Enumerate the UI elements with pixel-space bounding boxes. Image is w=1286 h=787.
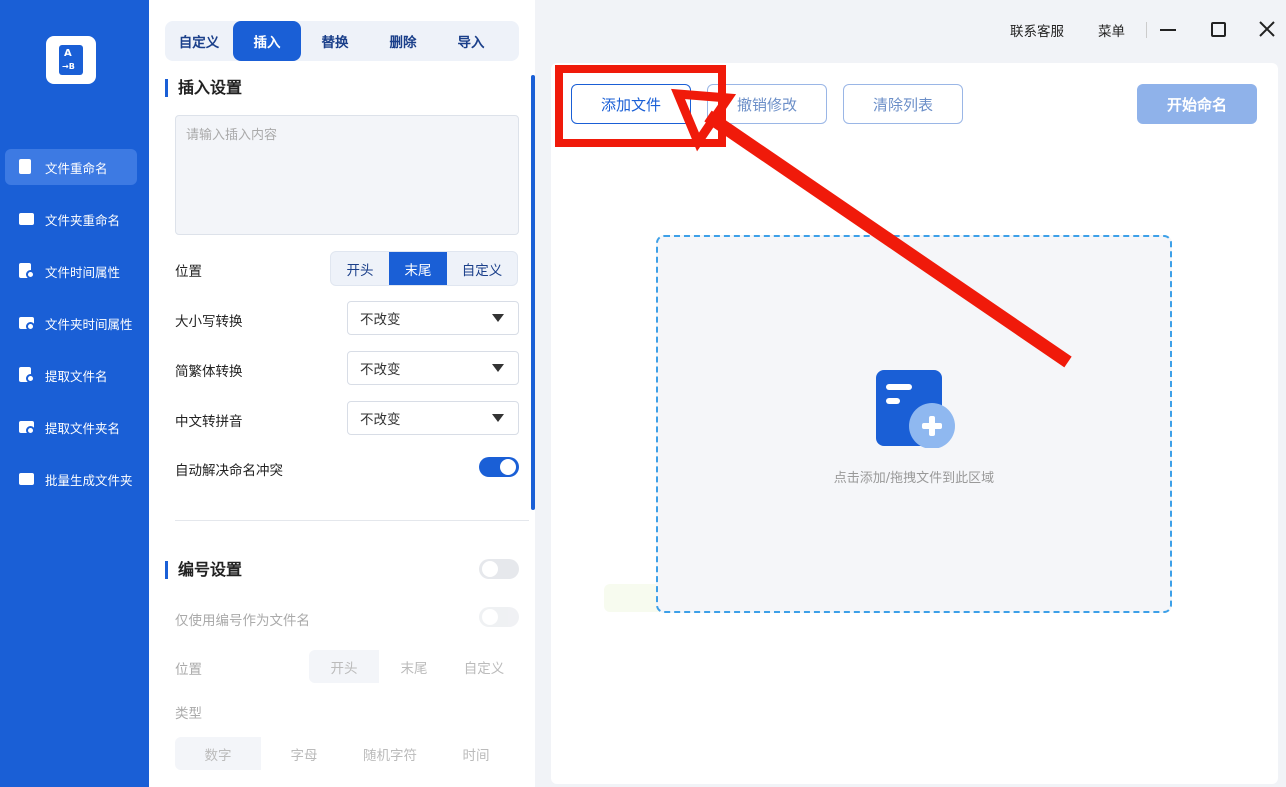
position-option-end[interactable]: 末尾 (389, 252, 447, 285)
type-option-time[interactable]: 时间 (433, 737, 519, 770)
close-icon[interactable] (1256, 18, 1278, 40)
number-position-start[interactable]: 开头 (309, 650, 379, 683)
dropdown-arrow-icon (492, 364, 504, 372)
dropzone-hint: 点击添加/拖拽文件到此区域 (833, 471, 995, 486)
conflict-label: 自动解决命名冲突 (175, 463, 283, 479)
trad-select-value: 不改变 (360, 362, 401, 378)
annotation-arrow-icon (671, 88, 1072, 368)
sidebar-item-folder-time[interactable]: 文件夹时间属性 (5, 305, 137, 341)
maximize-icon[interactable] (1208, 18, 1230, 40)
trad-select[interactable]: 不改变 (347, 351, 519, 385)
file-extract-icon (17, 366, 37, 384)
type-segmented: 数字 字母 随机字符 时间 (175, 737, 519, 770)
number-toggle[interactable] (479, 559, 519, 579)
position-option-custom[interactable]: 自定义 (447, 252, 517, 285)
sidebar-item-file-rename[interactable]: 文件重命名 (5, 149, 137, 185)
sidebar-item-folder-rename[interactable]: 文件夹重命名 (5, 201, 137, 237)
type-option-letter[interactable]: 字母 (261, 737, 347, 770)
app-logo-icon: A →B (46, 36, 96, 84)
number-position-label: 位置 (175, 662, 202, 678)
minimize-icon[interactable] (1157, 18, 1179, 40)
sidebar-item-batch-folders[interactable]: 批量生成文件夹 (5, 461, 137, 497)
dropdown-arrow-icon (492, 314, 504, 322)
insert-content-input[interactable]: 请输入插入内容 (175, 115, 519, 235)
dropdown-arrow-icon (492, 414, 504, 422)
only-number-toggle[interactable] (479, 607, 519, 627)
menu-button[interactable]: 菜单 (1098, 20, 1125, 40)
sidebar-item-extract-filename[interactable]: 提取文件名 (5, 357, 137, 393)
folder-clock-icon (17, 314, 37, 332)
pinyin-select[interactable]: 不改变 (347, 401, 519, 435)
tab-delete[interactable]: 删除 (369, 21, 437, 61)
tab-bar: 自定义 插入 替换 删除 导入 (165, 21, 519, 61)
number-position-end[interactable]: 末尾 (379, 650, 449, 683)
settings-panel: 自定义 插入 替换 删除 导入 插入设置 请输入插入内容 位置 开头 末尾 自定… (149, 0, 535, 787)
position-option-start[interactable]: 开头 (331, 252, 389, 285)
add-file-icon (874, 368, 958, 449)
contact-support-link[interactable]: 联系客服 (1010, 20, 1064, 40)
case-select-value: 不改变 (360, 312, 401, 328)
folders-icon (17, 470, 37, 488)
tab-import[interactable]: 导入 (437, 21, 505, 61)
tab-replace[interactable]: 替换 (301, 21, 369, 61)
tab-insert[interactable]: 插入 (233, 21, 301, 61)
sidebar-item-extract-foldername[interactable]: 提取文件夹名 (5, 409, 137, 445)
sidebar-item-label: 提取文件名 (45, 368, 108, 384)
conflict-toggle[interactable] (479, 457, 519, 477)
only-number-label: 仅使用编号作为文件名 (175, 613, 310, 629)
position-segmented: 开头 末尾 自定义 (330, 251, 518, 286)
sidebar-item-label: 提取文件夹名 (45, 420, 121, 436)
folder-edit-icon (17, 210, 37, 228)
number-position-custom[interactable]: 自定义 (449, 650, 519, 683)
sidebar-item-file-time[interactable]: 文件时间属性 (5, 253, 137, 289)
pinyin-select-value: 不改变 (360, 412, 401, 428)
file-edit-icon (17, 158, 37, 176)
sidebar-item-label: 文件夹重命名 (45, 212, 121, 228)
sidebar-item-label: 批量生成文件夹 (45, 472, 133, 488)
sidebar-item-label: 文件夹时间属性 (45, 316, 133, 332)
pinyin-label: 中文转拼音 (175, 414, 243, 430)
trad-label: 简繁体转换 (175, 364, 243, 380)
case-label: 大小写转换 (175, 314, 243, 330)
divider (175, 520, 529, 521)
sidebar: A →B 文件重命名 文件夹重命名 文件时间属性 文件夹时间属性 提取文件名 提… (0, 0, 149, 787)
case-select[interactable]: 不改变 (347, 301, 519, 335)
position-label: 位置 (175, 264, 202, 280)
folder-extract-icon (17, 418, 37, 436)
start-rename-button[interactable]: 开始命名 (1137, 84, 1257, 124)
type-option-number[interactable]: 数字 (175, 737, 261, 770)
sidebar-item-label: 文件时间属性 (45, 264, 121, 280)
number-position-segmented: 开头 末尾 自定义 (309, 650, 519, 683)
type-option-random[interactable]: 随机字符 (347, 737, 433, 770)
number-settings-title: 编号设置 (165, 561, 242, 579)
insert-settings-title: 插入设置 (165, 79, 242, 97)
tab-custom[interactable]: 自定义 (165, 21, 233, 61)
sidebar-item-label: 文件重命名 (45, 160, 108, 176)
file-clock-icon (17, 262, 37, 280)
divider (1146, 22, 1147, 38)
type-label: 类型 (175, 706, 202, 722)
